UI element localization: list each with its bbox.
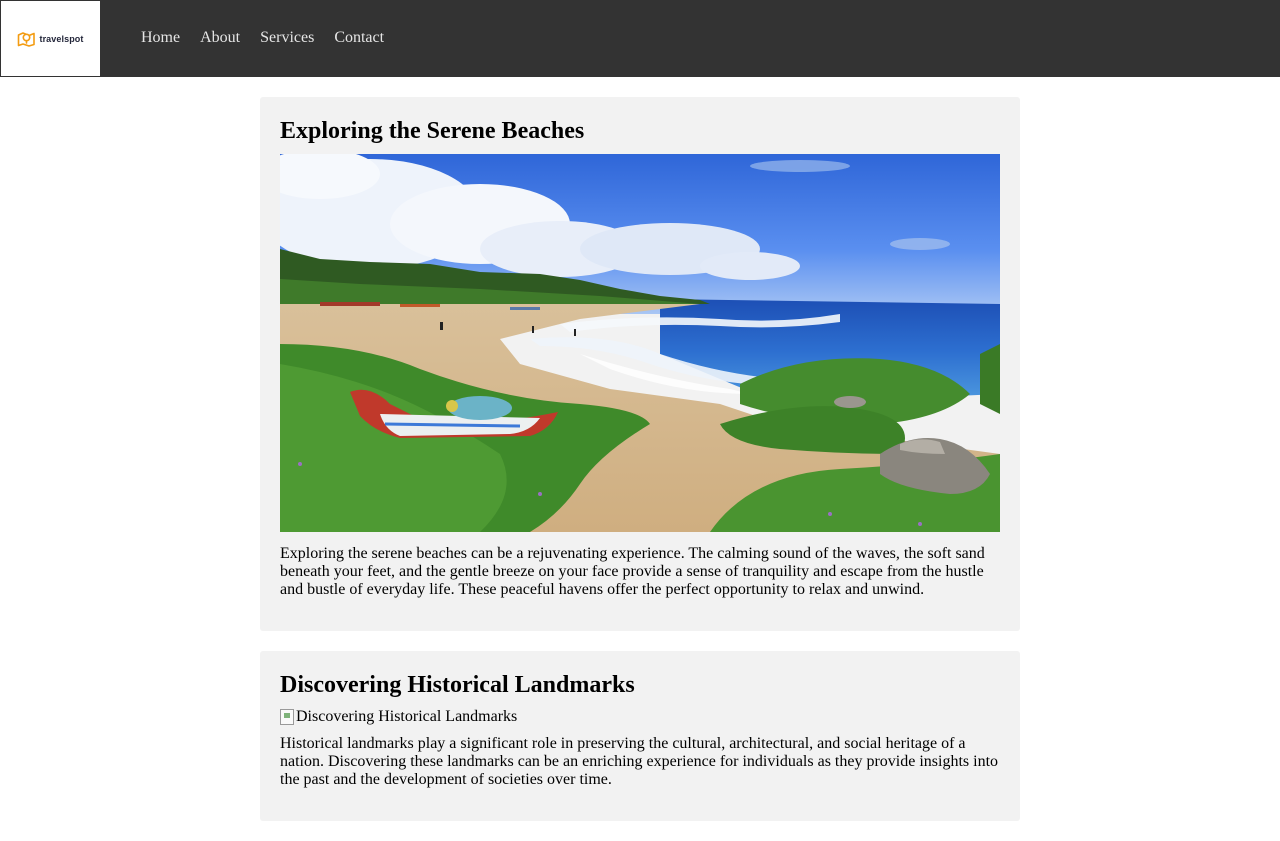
site-header: travelspot Home About Services Contact <box>0 0 1280 77</box>
main-content: Exploring the Serene Beaches Exploring t… <box>260 97 1020 841</box>
map-pin-map-icon <box>18 31 36 47</box>
article-title: Exploring the Serene Beaches <box>280 118 585 144</box>
logo-text: travelspot <box>39 33 84 44</box>
nav-contact-link[interactable]: Contact <box>334 28 384 48</box>
nav-services-link[interactable]: Services <box>260 28 314 48</box>
article-title: Discovering Historical Landmarks <box>280 672 635 698</box>
image-alt-text: Discovering Historical Landmarks <box>296 708 518 725</box>
article-card-beaches: Exploring the Serene Beaches Exploring t… <box>260 97 1020 631</box>
nav-about-link[interactable]: About <box>200 28 240 48</box>
landmarks-image-placeholder: Discovering Historical Landmarks <box>280 708 1000 726</box>
article-body: Historical landmarks play a significant … <box>280 735 999 788</box>
beach-photo <box>280 154 1000 532</box>
main-nav: Home About Services Contact <box>141 28 384 48</box>
article-card-landmarks: Discovering Historical Landmarks Discove… <box>260 651 1020 821</box>
broken-image-icon <box>280 709 294 725</box>
logo-inner: travelspot <box>17 31 83 47</box>
nav-home-link[interactable]: Home <box>141 28 180 48</box>
article-body: Exploring the serene beaches can be a re… <box>280 545 985 598</box>
logo[interactable]: travelspot <box>0 0 101 77</box>
